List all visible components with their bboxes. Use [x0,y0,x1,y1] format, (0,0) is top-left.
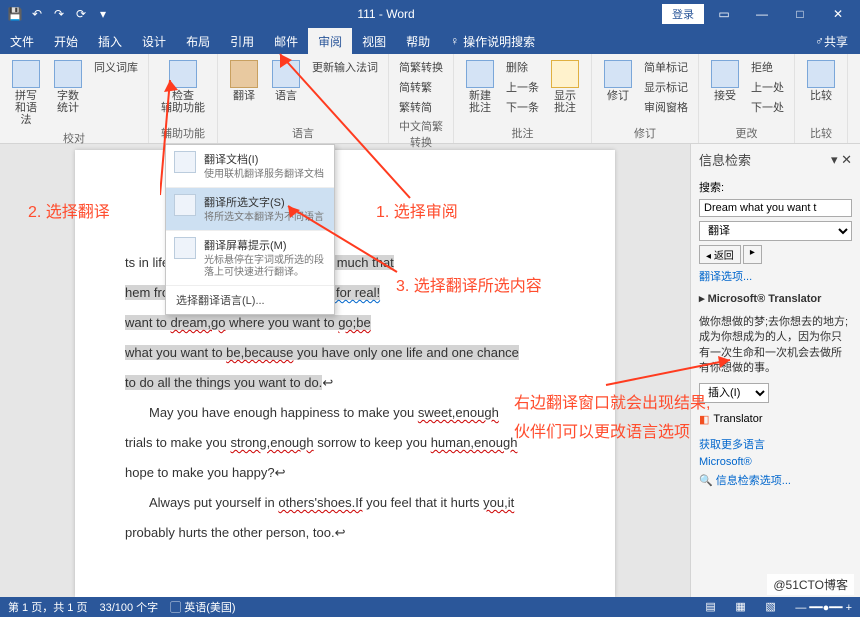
menu-review[interactable]: 审阅 [308,28,352,54]
share-button[interactable]: ♂ 共享 [803,28,860,54]
menu-layout[interactable]: 布局 [176,28,220,54]
menu-view[interactable]: 视图 [352,28,396,54]
workspace: 翻译文档(I)使用联机翻译服务翻译文档 翻译所选文字(S)将所选文本翻译为不同语… [0,144,860,597]
prev-comment-button[interactable]: 上一条 [504,78,541,96]
choose-language-item[interactable]: 选择翻译语言(L)... [166,286,334,314]
translation-result: 做你想做的梦;去你想去的地方;成为你想成为的人，因为你只有一次生命和一次机会去做… [699,313,852,379]
titlebar: 💾 ↶ ↷ ⟳ ▾ 111 - Word 登录 ▭ — □ ✕ [0,0,860,28]
translate-doc-icon [174,151,196,173]
search-input[interactable] [699,199,852,217]
compare-button[interactable]: 比较 [803,58,839,104]
research-pane: 信息检索 ▾ ✕ 搜索: 翻译 ◂ 返回 ▸ 翻译选项... ▸ Microso… [690,144,860,597]
translate-document-item[interactable]: 翻译文档(I)使用联机翻译服务翻译文档 [166,145,334,188]
undo-icon[interactable]: ↶ [30,7,44,21]
redo-icon[interactable]: ↷ [52,7,66,21]
sc-button[interactable]: 简转繁 [397,78,445,96]
track-changes-button[interactable]: 修订 [600,58,636,104]
next-change-button[interactable]: 下一处 [749,98,786,116]
menubar: 文件 开始 插入 设计 布局 引用 邮件 审阅 视图 帮助 ♀操作说明搜索 ♂ … [0,28,860,54]
ribbon-group-comments: 新建批注 删除 上一条 下一条 显示批注 批注 [454,54,592,143]
pane-menu-icon[interactable]: ▾ ✕ [831,152,852,168]
show-comments-button[interactable]: 显示批注 [547,58,583,116]
insert-select[interactable]: 插入(I) [699,383,769,403]
tell-me[interactable]: ♀操作说明搜索 [440,28,545,54]
back-button[interactable]: ◂ 返回 [699,245,741,264]
ribbon: 拼写和语法 字数统计 同义词库 校对 检查 辅助功能 辅助功能 翻译 语言 更新… [0,54,860,144]
translate-tip-icon [174,237,196,259]
delete-comment-button[interactable]: 删除 [504,58,541,76]
read-mode-icon[interactable]: ▤ [705,600,723,614]
print-layout-icon[interactable]: ▦ [735,600,753,614]
maximize-icon[interactable]: □ [782,2,818,26]
forward-button[interactable]: ▸ [743,245,762,264]
tc-button[interactable]: 繁转简 [397,98,445,116]
language-indicator[interactable]: ▢ 英语(美国) [170,599,235,615]
show-markup[interactable]: 显示标记 [642,78,690,96]
document-page[interactable]: ts in life when you miss someone so much… [75,150,615,597]
translate-dropdown: 翻译文档(I)使用联机翻译服务翻译文档 翻译所选文字(S)将所选文本翻译为不同语… [165,144,335,315]
search-label: 搜索: [699,179,852,195]
ribbon-group-protect: 阻止作者 限制编辑 保护 [848,54,860,143]
statusbar: 第 1 页，共 1 页 33/100 个字 ▢ 英语(美国) ▤ ▦ ▧ — ━… [0,597,860,617]
next-comment-button[interactable]: 下一条 [504,98,541,116]
save-icon[interactable]: 💾 [8,7,22,21]
translate-tooltip-item[interactable]: 翻译屏幕提示(M)光标悬停在字词或所选的段落上可快速进行翻译。 [166,231,334,286]
refresh-icon[interactable]: ⟳ [74,7,88,21]
prev-change-button[interactable]: 上一处 [749,78,786,96]
microsoft-link[interactable]: Microsoft® [699,456,852,468]
service-select[interactable]: 翻译 [699,221,852,241]
research-options-link[interactable]: 🔍 信息检索选项... [699,472,852,488]
pane-title: 信息检索 [699,150,751,169]
ribbon-group-chinese: 简繁转换 简转繁 繁转简 中文简繁转换 [389,54,454,143]
translation-options-link[interactable]: 翻译选项... [699,268,852,284]
web-layout-icon[interactable]: ▧ [765,600,783,614]
translator-heading: ▸ Microsoft® Translator [699,288,852,309]
menu-insert[interactable]: 插入 [88,28,132,54]
block-authors-button[interactable]: 阻止作者 [856,58,860,116]
qat-more-icon[interactable]: ▾ [96,7,110,21]
watermark: @51CTO博客 [767,574,854,595]
ribbon-options-icon[interactable]: ▭ [706,2,742,26]
ribbon-group-changes: 接受 拒绝 上一处 下一处 更改 [699,54,795,143]
translate-sel-icon [174,194,196,216]
language-button[interactable]: 语言 [268,58,304,104]
accept-button[interactable]: 接受 [707,58,743,104]
menu-file[interactable]: 文件 [0,28,44,54]
reviewing-pane[interactable]: 审阅窗格 [642,98,690,116]
translator-logo: ◧Translator [699,407,852,432]
accessibility-button[interactable]: 检查 辅助功能 [157,58,209,116]
ribbon-group-accessibility: 检查 辅助功能 辅助功能 [149,54,218,143]
sc-tc-button[interactable]: 简繁转换 [397,58,445,76]
login-button[interactable]: 登录 [662,4,704,24]
translate-button[interactable]: 翻译 [226,58,262,104]
menu-references[interactable]: 引用 [220,28,264,54]
update-ime-button[interactable]: 更新输入法词 [310,58,380,76]
reject-button[interactable]: 拒绝 [749,58,786,76]
ribbon-group-language: 翻译 语言 更新输入法词 语言 [218,54,389,143]
menu-mailings[interactable]: 邮件 [264,28,308,54]
markup-mode[interactable]: 简单标记 [642,58,690,76]
ribbon-group-tracking: 修订 简单标记 显示标记 审阅窗格 修订 [592,54,699,143]
thesaurus-button[interactable]: 同义词库 [92,58,140,76]
minimize-icon[interactable]: — [744,2,780,26]
menu-home[interactable]: 开始 [44,28,88,54]
zoom-slider[interactable]: — ━━●━━ + [795,601,852,614]
window-title: 111 - Word [110,7,662,21]
close-icon[interactable]: ✕ [820,2,856,26]
word-count[interactable]: 33/100 个字 [99,599,158,615]
new-comment-button[interactable]: 新建批注 [462,58,498,116]
wordcount-button[interactable]: 字数统计 [50,58,86,116]
more-languages-link[interactable]: 获取更多语言 [699,436,852,452]
menu-help[interactable]: 帮助 [396,28,440,54]
page-indicator[interactable]: 第 1 页，共 1 页 [8,599,87,615]
spelling-button[interactable]: 拼写和语法 [8,58,44,128]
ribbon-group-compare: 比较 比较 [795,54,848,143]
document-area[interactable]: 翻译文档(I)使用联机翻译服务翻译文档 翻译所选文字(S)将所选文本翻译为不同语… [0,144,690,597]
menu-design[interactable]: 设计 [132,28,176,54]
ribbon-group-proofing: 拼写和语法 字数统计 同义词库 校对 [0,54,149,143]
translate-selection-item[interactable]: 翻译所选文字(S)将所选文本翻译为不同语言 [166,188,334,231]
